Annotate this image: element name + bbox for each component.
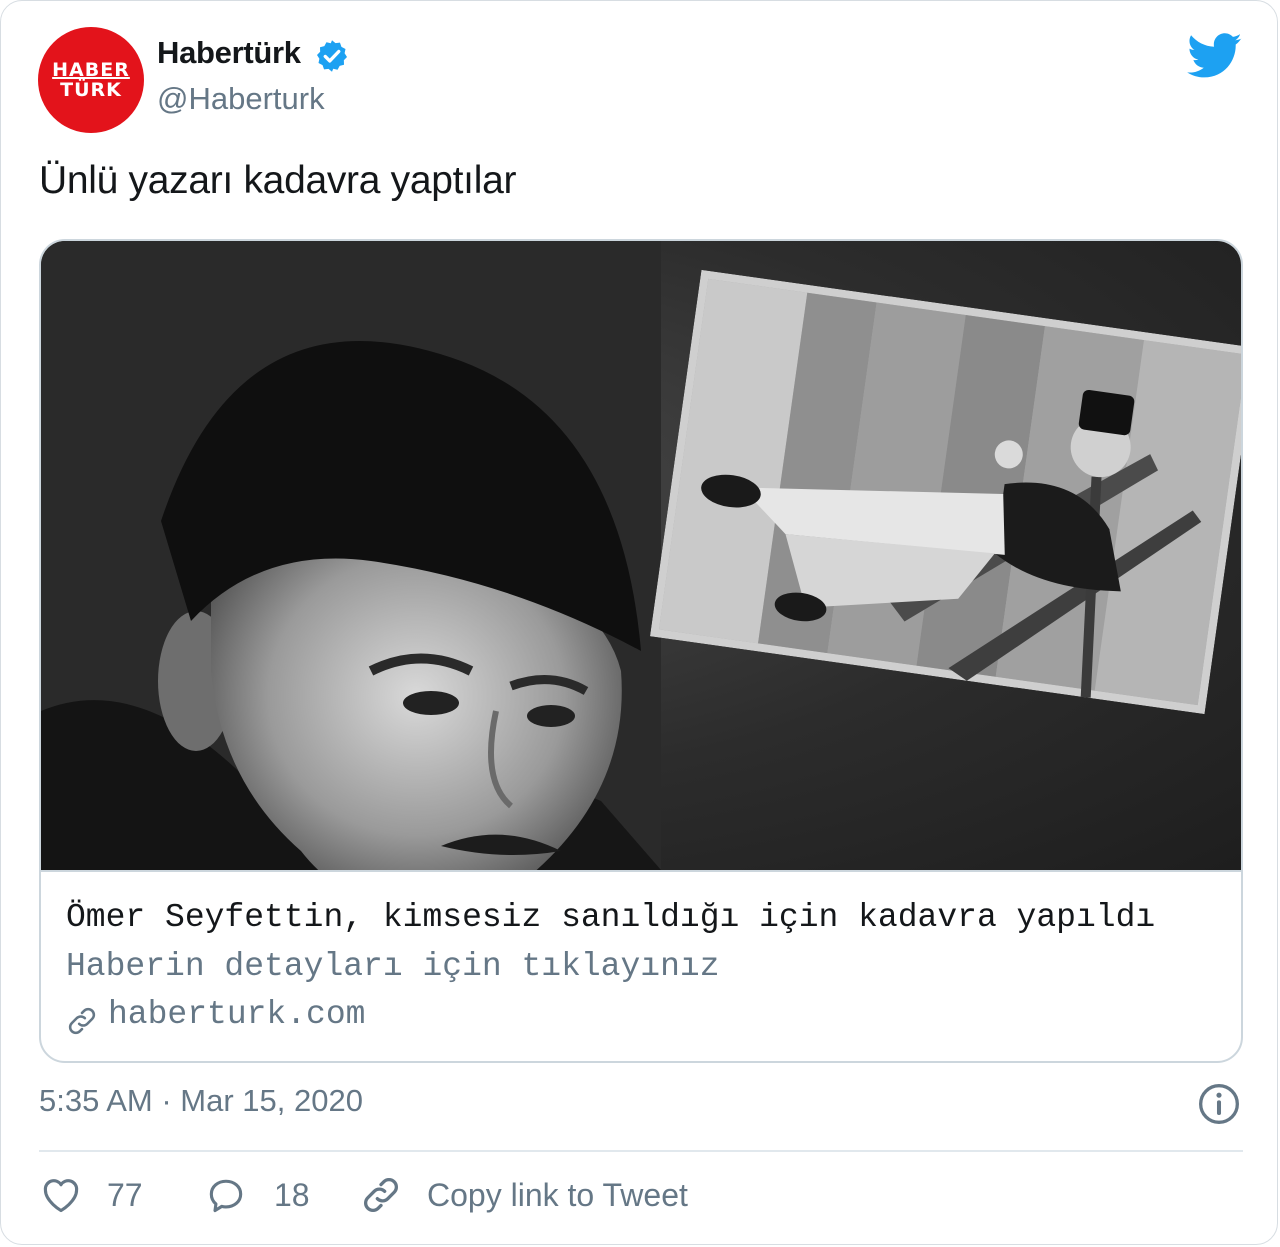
copy-link-button[interactable]: Copy link to Tweet [359,1173,688,1217]
like-count: 77 [107,1176,143,1213]
link-icon [68,1007,96,1035]
link-card[interactable]: Ömer Seyfettin, kimsesiz sanıldığı için … [39,239,1243,1063]
link-icon [364,1178,398,1212]
display-name[interactable]: Habertürk [157,35,301,71]
tweet-timestamp[interactable]: 5:35 AM · Mar 15, 2020 [39,1083,363,1119]
info-icon[interactable] [1197,1082,1241,1126]
heart-icon [43,1179,79,1213]
copy-link-label: Copy link to Tweet [427,1176,688,1213]
avatar-logo-text: TÜRK [60,79,122,101]
divider [39,1150,1243,1152]
twitter-bird-icon[interactable] [1187,33,1243,79]
tweet-text: Ünlü yazarı kadavra yaptılar [39,159,517,202]
user-handle[interactable]: @Haberturk [157,81,325,117]
avatar-logo-text: HABER [52,59,130,81]
card-domain: haberturk.com [108,996,366,1033]
avatar[interactable]: HABER TÜRK [38,27,144,133]
card-title: Ömer Seyfettin, kimsesiz sanıldığı için … [66,899,1156,936]
tweet-embed: HABER TÜRK Habertürk @Haberturk Ünlü yaz… [0,0,1278,1245]
portrait-photo [41,241,661,870]
reply-button[interactable]: 18 [204,1173,310,1217]
reply-bubble-icon [209,1179,243,1213]
card-description: Haberin detayları için tıklayınız [66,948,720,985]
card-image[interactable] [41,241,1241,872]
deckchair-photo [649,269,1241,715]
card-body[interactable]: Ömer Seyfettin, kimsesiz sanıldığı için … [41,872,1241,1061]
like-button[interactable]: 77 [39,1173,143,1217]
reply-count: 18 [274,1176,310,1213]
verified-badge-icon [317,40,347,72]
